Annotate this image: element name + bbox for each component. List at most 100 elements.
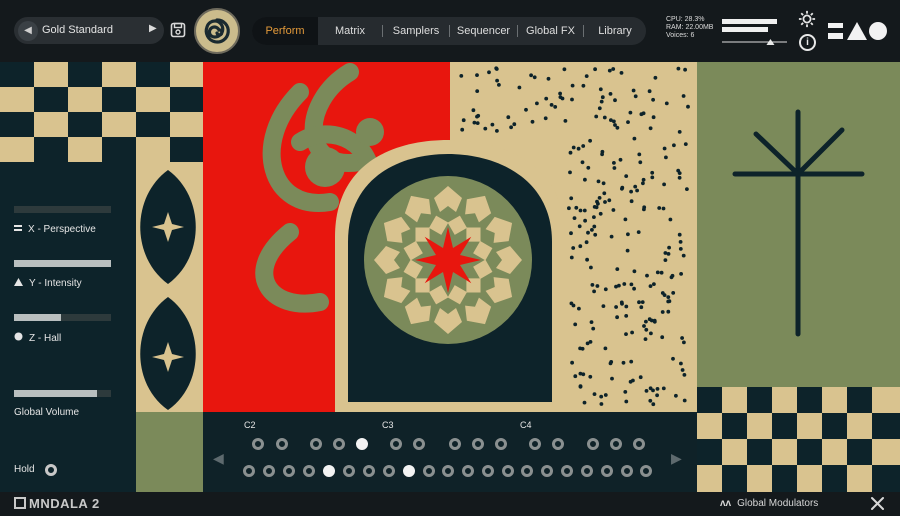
y-intensity-slider[interactable] bbox=[14, 260, 111, 267]
pattern-dot bbox=[490, 122, 495, 127]
tab-sequencer[interactable]: Sequencer bbox=[450, 17, 517, 45]
pattern-dot bbox=[530, 119, 535, 124]
white-key-dot[interactable] bbox=[502, 465, 514, 477]
preset-selector[interactable]: ◀ Gold Standard bbox=[14, 17, 164, 44]
white-key-dot[interactable] bbox=[383, 465, 395, 477]
white-key-dot[interactable] bbox=[423, 465, 435, 477]
pattern-dot bbox=[677, 171, 682, 175]
black-key-dot[interactable] bbox=[587, 438, 599, 450]
pattern-dot bbox=[584, 74, 589, 78]
pattern-dot bbox=[643, 337, 648, 341]
black-key-dot[interactable] bbox=[390, 438, 402, 450]
pattern-dot bbox=[685, 187, 689, 191]
white-key-dot[interactable] bbox=[541, 465, 553, 477]
white-key-dot[interactable] bbox=[343, 465, 355, 477]
gear-icon[interactable] bbox=[798, 10, 816, 28]
pattern-dot bbox=[524, 107, 528, 112]
keyboard-left-arrow[interactable]: ◀ bbox=[213, 450, 224, 467]
white-key-dot[interactable] bbox=[561, 465, 573, 477]
pattern-dot bbox=[592, 215, 596, 220]
white-key-dot[interactable] bbox=[323, 465, 335, 477]
pattern-dot bbox=[618, 157, 623, 162]
white-key-dot[interactable] bbox=[243, 465, 255, 477]
white-key-dot[interactable] bbox=[601, 465, 613, 477]
white-key-dot[interactable] bbox=[462, 465, 474, 477]
pattern-dot bbox=[680, 336, 684, 340]
black-key-dot[interactable] bbox=[472, 438, 484, 450]
pattern-dot bbox=[574, 205, 579, 210]
white-key-dot[interactable] bbox=[303, 465, 315, 477]
black-key-dot[interactable] bbox=[495, 438, 507, 450]
global-modulators-button[interactable]: ʌʌ Global Modulators bbox=[720, 498, 818, 509]
pattern-dot bbox=[567, 206, 571, 211]
pattern-dot bbox=[663, 258, 668, 262]
tab-perform[interactable]: Perform bbox=[252, 17, 318, 45]
pattern-dot bbox=[640, 300, 645, 304]
white-key-dot[interactable] bbox=[363, 465, 375, 477]
pattern-dot bbox=[589, 265, 593, 270]
mandala-logo-button[interactable] bbox=[194, 8, 240, 54]
output-level-slider[interactable] bbox=[722, 36, 787, 48]
tab-matrix[interactable]: Matrix bbox=[318, 17, 382, 45]
pattern-dot bbox=[577, 306, 581, 311]
preset-next-button[interactable]: ▶ bbox=[149, 23, 157, 34]
info-icon[interactable]: i bbox=[799, 34, 816, 51]
octave-label: C4 bbox=[520, 420, 532, 430]
x-perspective-slider[interactable] bbox=[14, 206, 111, 213]
pattern-dot bbox=[648, 398, 653, 403]
pattern-dot bbox=[664, 101, 669, 106]
white-key-dot[interactable] bbox=[283, 465, 295, 477]
pattern-dot bbox=[679, 361, 683, 366]
pattern-dot bbox=[651, 115, 656, 120]
pattern-dot bbox=[655, 387, 660, 391]
black-key-dot[interactable] bbox=[413, 438, 425, 450]
pattern-dot bbox=[599, 99, 604, 104]
pattern-dot bbox=[632, 286, 636, 291]
white-key-dot[interactable] bbox=[640, 465, 652, 477]
black-key-dot[interactable] bbox=[310, 438, 322, 450]
pattern-dot bbox=[598, 211, 603, 216]
black-key-dot[interactable] bbox=[333, 438, 345, 450]
white-key-dot[interactable] bbox=[581, 465, 593, 477]
brand-shapes-icon bbox=[828, 22, 887, 40]
level-meter bbox=[722, 27, 768, 32]
tab-samplers[interactable]: Samplers bbox=[383, 17, 449, 45]
pattern-dot bbox=[660, 335, 665, 340]
global-volume-slider[interactable] bbox=[14, 390, 111, 397]
white-key-dot[interactable] bbox=[403, 465, 415, 477]
tab-library[interactable]: Library bbox=[584, 17, 646, 45]
preset-prev-button[interactable]: ◀ bbox=[18, 21, 38, 41]
pattern-dot bbox=[676, 66, 681, 71]
keyboard-right-arrow[interactable]: ▶ bbox=[671, 450, 682, 467]
black-key-dot[interactable] bbox=[252, 438, 264, 450]
circle-icon bbox=[14, 332, 23, 344]
main-nav: Perform Matrix Samplers Sequencer Global… bbox=[252, 17, 646, 45]
pattern-dot bbox=[608, 361, 613, 366]
black-key-dot[interactable] bbox=[610, 438, 622, 450]
pattern-dot bbox=[569, 196, 574, 201]
black-key-dot[interactable] bbox=[356, 438, 368, 450]
tab-global-fx[interactable]: Global FX bbox=[518, 17, 583, 45]
modulator-wave-icon: ʌʌ bbox=[720, 498, 732, 509]
pattern-dot bbox=[475, 114, 479, 119]
white-key-dot[interactable] bbox=[263, 465, 275, 477]
white-key-dot[interactable] bbox=[521, 465, 533, 477]
black-key-dot[interactable] bbox=[552, 438, 564, 450]
white-key-dot[interactable] bbox=[482, 465, 494, 477]
pattern-dot bbox=[497, 83, 501, 87]
hold-toggle[interactable] bbox=[45, 464, 57, 476]
pattern-dot bbox=[678, 247, 683, 251]
tools-icon[interactable] bbox=[870, 496, 885, 511]
save-icon[interactable] bbox=[170, 22, 186, 38]
black-key-dot[interactable] bbox=[529, 438, 541, 450]
black-key-dot[interactable] bbox=[633, 438, 645, 450]
black-key-dot[interactable] bbox=[276, 438, 288, 450]
checker-pattern-right bbox=[697, 387, 900, 492]
black-key-dot[interactable] bbox=[449, 438, 461, 450]
white-key-dot[interactable] bbox=[442, 465, 454, 477]
pattern-dot bbox=[683, 67, 687, 72]
white-key-dot[interactable] bbox=[621, 465, 633, 477]
z-hall-slider[interactable] bbox=[14, 314, 111, 321]
pattern-dot bbox=[649, 331, 653, 336]
pattern-dot bbox=[603, 346, 608, 351]
